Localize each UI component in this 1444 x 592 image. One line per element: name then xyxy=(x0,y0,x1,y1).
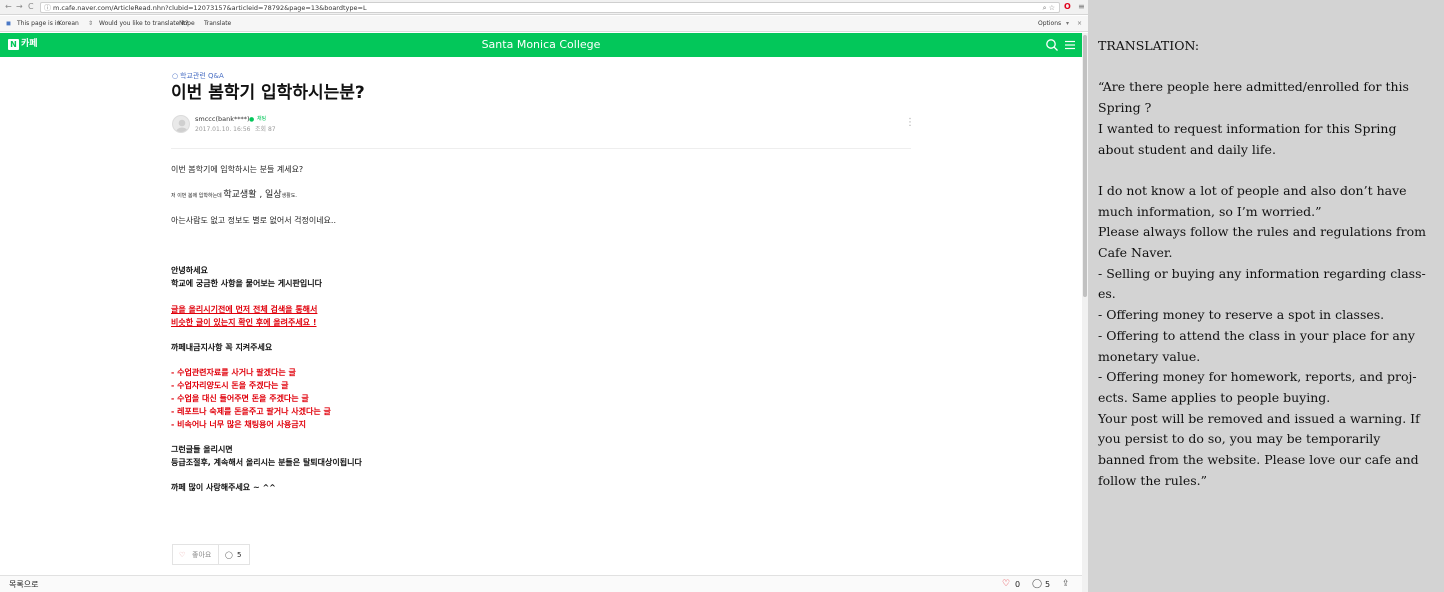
menu-icon[interactable] xyxy=(1064,38,1076,52)
comment-icon[interactable]: ◯ xyxy=(1032,579,1042,590)
translation-rule: - Offering money to reserve a spot in cl… xyxy=(1098,307,1385,323)
translate-question: Would you like to translate it? xyxy=(99,20,189,27)
comment-count: 5 xyxy=(1045,580,1051,589)
notice-rule: - 비속어나 너무 많은 채팅용어 사용금지 xyxy=(171,420,307,429)
page-info-icon[interactable]: ⓘ xyxy=(44,4,51,12)
notice-intro: 학교에 궁금한 사항을 물어보는 게시판입니다 xyxy=(171,279,322,288)
address-bar: ← → C ⓘ m.cafe.naver.com/ArticleRead.nhn… xyxy=(0,0,1088,15)
body-line: 아는사람도 없고 정보도 별로 없어서 걱정이네요.. xyxy=(171,216,336,225)
body-line: 저 이번 봄에 입학하는데 학교생활 , 일상생활도. xyxy=(171,189,297,202)
chat-icon[interactable]: ● xyxy=(249,115,254,124)
url-input[interactable]: ⓘ m.cafe.naver.com/ArticleRead.nhn?clubi… xyxy=(40,2,1060,13)
translation-rule: - Offering money for homework, reports, … xyxy=(1098,369,1417,405)
heart-icon[interactable]: ♡ xyxy=(1002,579,1010,590)
scrollbar-thumb[interactable] xyxy=(1083,35,1087,297)
body-line: 이번 봄학기에 입학하시는 분들 계세요? xyxy=(171,165,304,174)
notice-penalty: 그런글들 올리시면 xyxy=(171,445,233,454)
close-icon[interactable]: × xyxy=(1077,20,1082,28)
translation-panel: TRANSLATION: “Are there people here admi… xyxy=(1098,36,1428,491)
translation-heading: TRANSLATION: xyxy=(1098,38,1200,53)
body-text-mid: 학교생활 , 일상 xyxy=(223,190,282,200)
notice-rules-title: 까페내금지사항 꼭 지켜주세요 xyxy=(171,343,273,352)
comment-button[interactable]: ◯ 5 xyxy=(218,544,250,565)
translation-quote: I do not know a lot of people and also d… xyxy=(1098,182,1407,219)
translation-rule: - Offering to attend the class in your p… xyxy=(1098,327,1415,364)
translate-page-is-in: This page is in xyxy=(17,20,61,27)
notice-rule: - 수업을 대신 들어주면 돈을 주겠다는 글 xyxy=(171,394,309,403)
translation-rule: - Selling or buying any information rega… xyxy=(1098,265,1426,302)
chevron-updown-icon[interactable]: ⇕ xyxy=(88,20,93,28)
nope-button[interactable]: Nope xyxy=(179,20,195,28)
translation-quote: I wanted to request information for this… xyxy=(1098,120,1397,157)
avatar[interactable] xyxy=(172,115,190,133)
notice-search-first: 글을 올리시기전에 먼저 전체 검색을 통해서 xyxy=(171,305,318,314)
translate-options-button[interactable]: Options xyxy=(1038,20,1061,28)
footer-bar: 목록으로 ♡ 0 ◯ 5 ⇪ xyxy=(0,575,1082,592)
translate-icon: ◼ xyxy=(6,20,11,27)
notice-search-first: 비슷한 글이 있는지 확인 후에 올려주세요 ! xyxy=(171,318,317,327)
article-title: 이번 봄학기 입학하시는분? xyxy=(171,83,365,103)
like-count: 0 xyxy=(1015,580,1021,589)
browser-window: ← → C ⓘ m.cafe.naver.com/ArticleRead.nhn… xyxy=(0,0,1088,592)
article-category-link[interactable]: 학교관련 Q&A xyxy=(180,71,224,81)
translate-language-select[interactable]: Korean xyxy=(58,20,79,28)
notice-rule: - 레포트나 숙제를 돈을주고 팔거나 사겠다는 글 xyxy=(171,407,331,416)
forward-icon[interactable]: → xyxy=(16,2,23,12)
url-text: m.cafe.naver.com/ArticleRead.nhn?clubid=… xyxy=(53,4,367,12)
comment-count: 5 xyxy=(237,551,242,559)
back-icon[interactable]: ← xyxy=(5,2,12,12)
like-label: 좋아요 xyxy=(192,551,212,559)
share-icon[interactable]: ⇪ xyxy=(1062,579,1070,590)
like-button[interactable]: ♡ 좋아요 xyxy=(172,544,218,565)
search-icon: ○ xyxy=(172,72,179,80)
article-content: ○ 학교관련 Q&A 이번 봄학기 입학하시는분? smccc(bank****… xyxy=(0,57,1082,575)
body-text-small: 생활도. xyxy=(281,193,298,199)
translate-bar: ◼ This page is in Korean ⇕ Would you lik… xyxy=(0,16,1088,32)
heart-icon: ♡ xyxy=(179,551,186,559)
chat-badge[interactable]: 채팅 xyxy=(257,115,266,124)
cafe-header: N 카페 Santa Monica College xyxy=(0,33,1082,57)
notice-penalty: 등급조절후, 계속해서 올리시는 분들은 탈퇴대상이됩니다 xyxy=(171,458,362,467)
translation-rules-intro: Please always follow the rules and regul… xyxy=(1098,224,1427,260)
view-count: 조회 87 xyxy=(255,126,276,133)
translate-button[interactable]: Translate xyxy=(204,20,231,28)
bookmark-icon[interactable]: ⌕ ☆ xyxy=(1043,3,1055,13)
notice-closing: 까페 많이 사랑해주세요 ~ ^^ xyxy=(171,483,276,492)
more-options-icon[interactable]: ⋮ xyxy=(905,117,915,129)
search-icon[interactable] xyxy=(1045,38,1059,52)
reload-icon[interactable]: C xyxy=(28,2,34,12)
translation-quote: “Are there people here admitted/enrolled… xyxy=(1098,79,1409,116)
user-silhouette-icon xyxy=(176,119,188,132)
body-text-small: 저 이번 봄에 입학하는데 xyxy=(171,193,224,199)
notice-rule: - 수업자리양도시 돈을 주겠다는 글 xyxy=(171,381,289,390)
translation-warning: Your post will be removed and issued a w… xyxy=(1098,410,1420,488)
notice-rule: - 수업관련자료를 사거나 팔겠다는 글 xyxy=(171,368,296,377)
browser-menu-icon[interactable]: ≡ xyxy=(1078,2,1085,12)
notice-greeting: 안녕하세요 xyxy=(171,266,208,275)
post-date: 2017.01.10. 16:56 xyxy=(195,126,251,133)
page-scrollbar[interactable] xyxy=(1082,33,1088,592)
cafe-title[interactable]: Santa Monica College xyxy=(0,38,1082,52)
divider xyxy=(171,148,911,149)
chevron-down-icon[interactable]: ▾ xyxy=(1066,20,1069,28)
comment-icon: ◯ xyxy=(225,551,233,559)
author-name[interactable]: smccc(bank****) xyxy=(195,115,250,124)
back-to-list-button[interactable]: 목록으로 xyxy=(9,579,38,590)
opera-icon[interactable]: O xyxy=(1064,2,1071,12)
